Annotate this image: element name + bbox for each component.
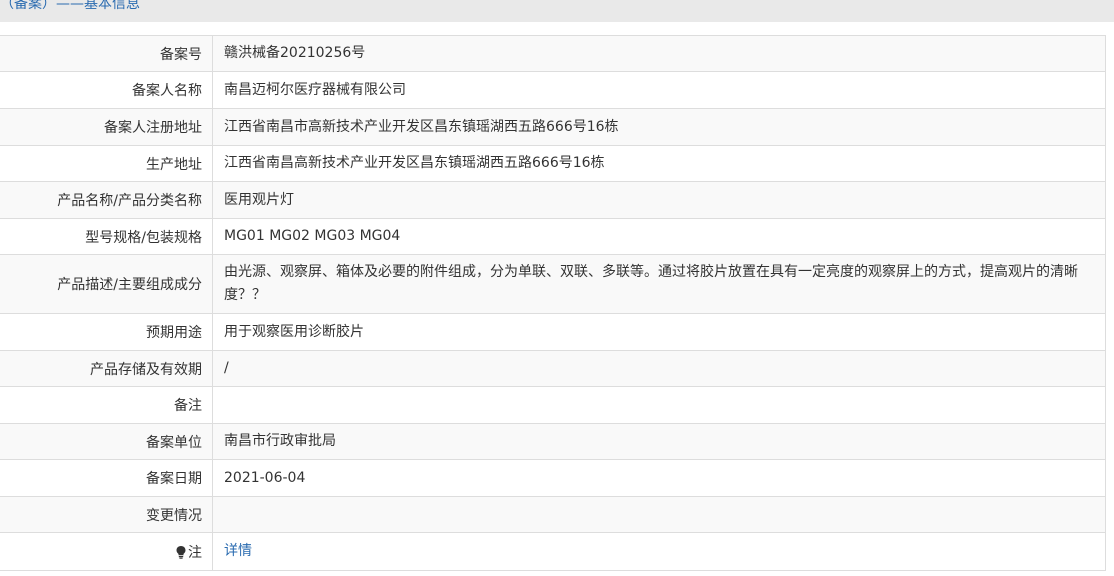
basic-info-table: 备案号 赣洪械备20210256号 备案人名称 南昌迈柯尔医疗器械有限公司 备案… [0, 35, 1106, 571]
table-row: 型号规格/包装规格 MG01 MG02 MG03 MG04 [0, 218, 1106, 255]
field-value-change-status [212, 496, 1106, 533]
field-label-registered-address: 备案人注册地址 [0, 108, 213, 146]
table-row: 变更情况 [0, 496, 1106, 533]
field-value-record-unit: 南昌市行政审批局 [212, 423, 1106, 460]
table-row: 产品存储及有效期 / [0, 350, 1106, 387]
field-label-change-status: 变更情况 [0, 496, 213, 533]
record-page: （备案）——基本信息 备案号 赣洪械备20210256号 备案人名称 南昌迈柯尔… [0, 0, 1114, 576]
field-label-product-description: 产品描述/主要组成成分 [0, 254, 213, 314]
table-row: 生产地址 江西省南昌高新技术产业开发区昌东镇瑶湖西五路666号16栋 [0, 145, 1106, 182]
field-label-registrant-name: 备案人名称 [0, 71, 213, 109]
field-label-record-unit: 备案单位 [0, 423, 213, 460]
table-row: 产品描述/主要组成成分 由光源、观察屏、箱体及必要的附件组成，分为单联、双联、多… [0, 254, 1106, 314]
table-row: 预期用途 用于观察医用诊断胶片 [0, 313, 1106, 351]
field-value-product-description: 由光源、观察屏、箱体及必要的附件组成，分为单联、双联、多联等。通过将胶片放置在具… [212, 254, 1106, 314]
table-row: 备案人名称 南昌迈柯尔医疗器械有限公司 [0, 71, 1106, 109]
field-label-record-date: 备案日期 [0, 459, 213, 497]
table-row: 备注 [0, 386, 1106, 424]
field-label-record-number: 备案号 [0, 35, 213, 72]
field-label-intended-use: 预期用途 [0, 313, 213, 351]
section-header: （备案）——基本信息 [0, 0, 1114, 22]
field-value-storage-validity: / [212, 350, 1106, 387]
field-value-production-address: 江西省南昌高新技术产业开发区昌东镇瑶湖西五路666号16栋 [212, 145, 1106, 182]
table-row: 备案号 赣洪械备20210256号 [0, 35, 1106, 72]
table-row: 备案人注册地址 江西省南昌市高新技术产业开发区昌东镇瑶湖西五路666号16栋 [0, 108, 1106, 146]
section-title: （备案）——基本信息 [0, 0, 140, 12]
lightbulb-icon [175, 545, 187, 559]
field-value-record-date: 2021-06-04 [212, 459, 1106, 497]
field-value-intended-use: 用于观察医用诊断胶片 [212, 313, 1106, 351]
field-value-record-number: 赣洪械备20210256号 [212, 35, 1106, 72]
field-label-product-name: 产品名称/产品分类名称 [0, 181, 213, 219]
field-value-registrant-name: 南昌迈柯尔医疗器械有限公司 [212, 71, 1106, 109]
field-value-product-name: 医用观片灯 [212, 181, 1106, 219]
note-label-cell: 注 [0, 532, 213, 571]
details-link[interactable]: 详情 [224, 543, 252, 559]
note-value-cell: 详情 [212, 532, 1106, 571]
table-row: 备案日期 2021-06-04 [0, 459, 1106, 497]
field-label-model-spec: 型号规格/包装规格 [0, 218, 213, 255]
field-value-remarks [212, 386, 1106, 424]
field-value-model-spec: MG01 MG02 MG03 MG04 [212, 218, 1106, 255]
field-label-production-address: 生产地址 [0, 145, 213, 182]
field-value-registered-address: 江西省南昌市高新技术产业开发区昌东镇瑶湖西五路666号16栋 [212, 108, 1106, 146]
field-label-remarks: 备注 [0, 386, 213, 424]
note-label: 注 [188, 544, 202, 561]
table-row: 注 详情 [0, 532, 1106, 571]
table-row: 备案单位 南昌市行政审批局 [0, 423, 1106, 460]
field-label-storage-validity: 产品存储及有效期 [0, 350, 213, 387]
table-row: 产品名称/产品分类名称 医用观片灯 [0, 181, 1106, 219]
